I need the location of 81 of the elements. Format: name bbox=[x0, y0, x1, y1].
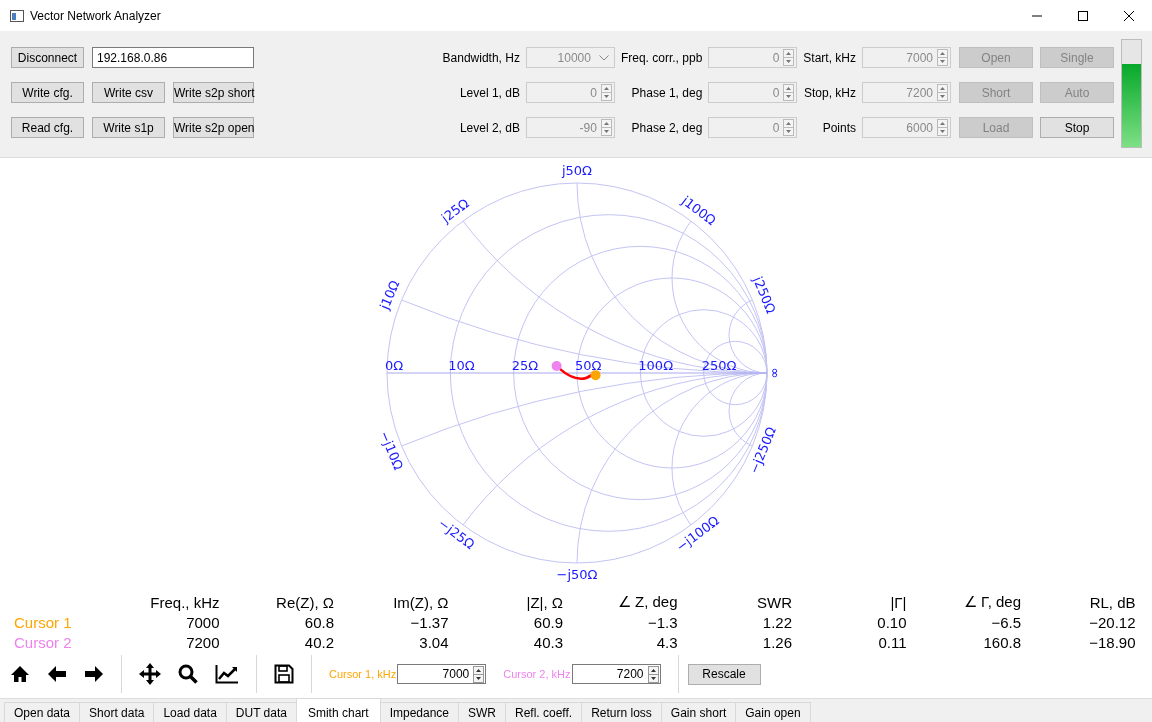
table-cell-text: −6.5 bbox=[990, 613, 1021, 631]
save-icon[interactable] bbox=[274, 664, 294, 684]
table-cell-text: −1.37 bbox=[409, 613, 449, 631]
back-arrow-icon[interactable] bbox=[47, 665, 67, 683]
move-icon[interactable] bbox=[139, 663, 161, 685]
table-cell-text: 60.9 bbox=[532, 613, 563, 631]
tab[interactable]: Open data bbox=[4, 702, 81, 722]
zoom-icon[interactable] bbox=[178, 664, 198, 684]
table-cell-text: 60.8 bbox=[303, 613, 334, 631]
axis-label: 10Ω bbox=[448, 358, 475, 373]
spin-arrows-icon[interactable] bbox=[473, 665, 485, 683]
setting-label: Freq. corr., ppb bbox=[620, 50, 703, 65]
axis-label: 100Ω bbox=[638, 358, 674, 373]
axis-label: 25Ω bbox=[511, 358, 539, 373]
axis-label: 250Ω bbox=[701, 358, 737, 373]
maximize-icon[interactable] bbox=[1078, 10, 1088, 21]
setting-label: Phase 2, deg bbox=[630, 120, 703, 135]
setting-label: Stop, kHz bbox=[803, 85, 856, 100]
address-field[interactable]: 192.168.0.86 bbox=[92, 47, 254, 68]
cursor-spin-field[interactable]: 7200 bbox=[571, 664, 661, 684]
setting-label: Start, kHz bbox=[803, 50, 856, 65]
rescale-button[interactable]: Rescale bbox=[687, 663, 761, 685]
setting-label: Phase 1, deg bbox=[630, 85, 703, 100]
column-header: |Z|, Ω bbox=[525, 593, 563, 611]
table-cell-text: 3.04 bbox=[418, 633, 449, 651]
table-cell-text: 0.10 bbox=[876, 613, 907, 631]
file-button[interactable]: Read cfg. bbox=[11, 117, 84, 138]
axis-label: ∞ bbox=[767, 367, 783, 379]
column-header: Freq., kHz bbox=[149, 593, 220, 611]
tab[interactable]: Smith chart bbox=[295, 698, 381, 722]
app-icon bbox=[10, 9, 24, 22]
tab[interactable]: Gain open bbox=[735, 702, 811, 722]
cursor-name: Cursor 1 bbox=[14, 613, 73, 631]
line-chart-icon[interactable] bbox=[215, 664, 239, 684]
home-icon[interactable] bbox=[10, 665, 30, 683]
column-header: Re(Z), Ω bbox=[275, 593, 334, 611]
action-button[interactable]: Stop bbox=[1040, 117, 1114, 138]
cursor-name: Cursor 2 bbox=[14, 633, 73, 651]
setting-label: Bandwidth, Hz bbox=[442, 50, 520, 65]
setting-label: Level 1, dB bbox=[458, 85, 520, 100]
axis-label: j50Ω bbox=[561, 162, 593, 178]
axis-label: −j10Ω bbox=[376, 428, 407, 473]
axis-label: j10Ω bbox=[376, 278, 403, 312]
chevron-icon bbox=[598, 54, 609, 61]
file-button[interactable]: Write cfg. bbox=[11, 82, 84, 103]
spin-arrows-icon[interactable] bbox=[647, 665, 659, 683]
file-button[interactable]: Write s1p bbox=[92, 117, 165, 138]
axis-label: 50Ω bbox=[575, 358, 602, 373]
table-cell-text: −18.90 bbox=[1088, 633, 1136, 651]
table-cell-text: −20.12 bbox=[1088, 613, 1136, 631]
table-cell-text: 40.2 bbox=[303, 633, 334, 651]
table-cell-text: 160.8 bbox=[982, 633, 1021, 651]
column-header: RL, dB bbox=[1088, 593, 1136, 611]
file-button[interactable]: Write s2p open bbox=[173, 117, 254, 138]
column-header: SWR bbox=[756, 593, 792, 611]
axis-label: −j50Ω bbox=[556, 566, 598, 582]
setting-label: Points bbox=[821, 120, 856, 135]
column-header: Im(Z), Ω bbox=[392, 593, 449, 611]
table-cell-text: 7000 bbox=[185, 613, 220, 631]
table-cell-text: 1.26 bbox=[761, 633, 792, 651]
column-header: |Γ| bbox=[889, 593, 907, 611]
table-cell-text: 7200 bbox=[185, 633, 220, 651]
table-cell-text: 40.3 bbox=[532, 633, 563, 651]
cursor-field-label: Cursor 1, kHz bbox=[329, 668, 397, 680]
column-header: ∠ Z, deg bbox=[616, 593, 678, 611]
file-button[interactable]: Write s2p short bbox=[173, 82, 254, 103]
window-title: Vector Network Analyzer bbox=[30, 8, 161, 23]
forward-arrow-icon[interactable] bbox=[84, 665, 104, 683]
axis-label: 0Ω bbox=[385, 358, 404, 373]
column-header: ∠ Γ, deg bbox=[962, 593, 1021, 611]
setting-label: Level 2, dB bbox=[458, 120, 520, 135]
cursor-field-label: Cursor 2, kHz bbox=[503, 668, 571, 680]
table-cell-text: 1.22 bbox=[761, 613, 792, 631]
table-cell-text: 4.3 bbox=[655, 633, 678, 651]
table-cell-text: 0.11 bbox=[877, 633, 907, 651]
cursor-spin-field[interactable]: 7000 bbox=[397, 664, 487, 684]
table-cell-text: −1.3 bbox=[646, 613, 678, 631]
close-icon[interactable] bbox=[1124, 10, 1134, 21]
tab[interactable]: Impedance bbox=[379, 702, 459, 722]
file-button[interactable]: Write csv bbox=[92, 82, 165, 103]
disconnect-button[interactable]: Disconnect bbox=[11, 47, 84, 68]
